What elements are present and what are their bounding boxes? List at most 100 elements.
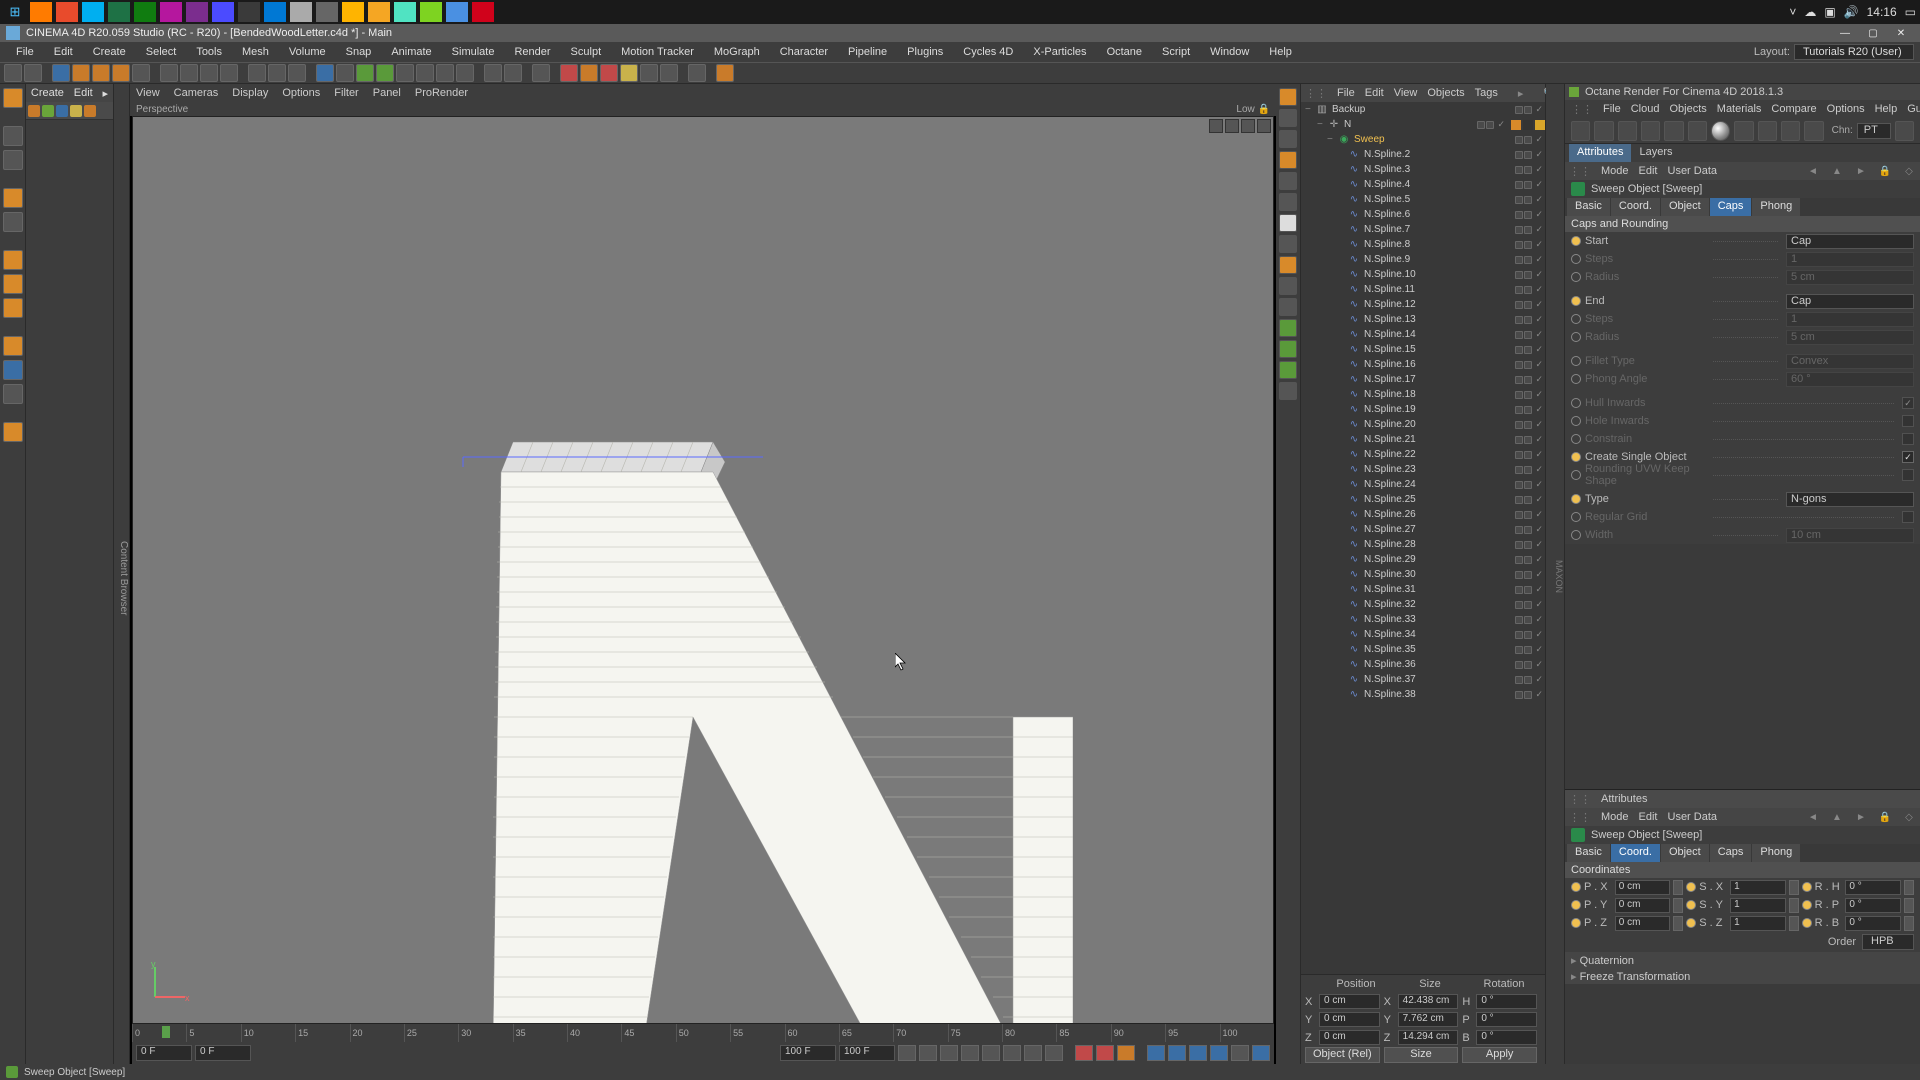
param-anim-ring-icon[interactable] bbox=[1571, 512, 1581, 522]
visibility-render-icon[interactable] bbox=[1524, 346, 1532, 354]
object-row-n-spline-17[interactable]: ∿N.Spline.17✓ bbox=[1301, 372, 1545, 387]
visibility-render-icon[interactable] bbox=[1524, 106, 1532, 114]
viewport-nav-icon[interactable] bbox=[1225, 119, 1239, 133]
visibility-render-icon[interactable] bbox=[1524, 421, 1532, 429]
visibility-top-icon[interactable] bbox=[1515, 376, 1523, 384]
subtab-caps[interactable]: Caps bbox=[1710, 844, 1752, 862]
taskbar-app-icon[interactable] bbox=[264, 2, 286, 22]
object-row-n-spline-27[interactable]: ∿N.Spline.27✓ bbox=[1301, 522, 1545, 537]
visibility-top-icon[interactable] bbox=[1515, 166, 1523, 174]
menu-create[interactable]: Create bbox=[83, 44, 136, 60]
midtool-icon[interactable] bbox=[1279, 277, 1297, 295]
palette-edit-label[interactable]: Edit bbox=[74, 87, 93, 99]
autokey-icon[interactable] bbox=[1096, 1045, 1114, 1061]
camera-icon[interactable] bbox=[436, 64, 454, 82]
grip-icon[interactable]: ⋮⋮ bbox=[1571, 103, 1593, 116]
visibility-render-icon[interactable] bbox=[1524, 136, 1532, 144]
subtab-coord[interactable]: Coord. bbox=[1611, 844, 1660, 862]
tag-icon[interactable] bbox=[1511, 120, 1521, 130]
visibility-top-icon[interactable] bbox=[1515, 541, 1523, 549]
viewport-nav-icon[interactable] bbox=[1241, 119, 1255, 133]
enable-check-icon[interactable]: ✓ bbox=[1535, 614, 1543, 625]
spinner-icon[interactable] bbox=[1673, 898, 1683, 913]
visibility-top-icon[interactable] bbox=[1515, 631, 1523, 639]
octane-tool-icon[interactable] bbox=[1895, 121, 1914, 141]
menu-script[interactable]: Script bbox=[1152, 44, 1200, 60]
enable-check-icon[interactable]: ✓ bbox=[1535, 479, 1543, 490]
subtab-coord[interactable]: Coord. bbox=[1611, 198, 1660, 216]
tab-layers[interactable]: Layers bbox=[1631, 144, 1680, 162]
octane-menu-materials[interactable]: Materials bbox=[1717, 103, 1762, 115]
param-checkbox[interactable]: ✓ bbox=[1902, 451, 1914, 463]
visibility-render-icon[interactable] bbox=[1524, 526, 1532, 534]
undo-icon[interactable] bbox=[4, 64, 22, 82]
visibility-top-icon[interactable] bbox=[1515, 676, 1523, 684]
object-row-n-spline-16[interactable]: ∿N.Spline.16✓ bbox=[1301, 357, 1545, 372]
coord-position-field[interactable]: 0 cm bbox=[1319, 1030, 1380, 1045]
tool-icon[interactable] bbox=[600, 64, 618, 82]
midtool-icon[interactable] bbox=[1279, 130, 1297, 148]
environment-icon[interactable] bbox=[416, 64, 434, 82]
substance-icon[interactable] bbox=[716, 64, 734, 82]
prev-key-icon[interactable] bbox=[919, 1045, 937, 1061]
menu-pipeline[interactable]: Pipeline bbox=[838, 44, 897, 60]
nav-lock-icon[interactable]: 🔒 bbox=[1878, 810, 1892, 824]
octane-menu-gui[interactable]: Gui bbox=[1907, 103, 1920, 115]
enable-check-icon[interactable]: ✓ bbox=[1535, 599, 1543, 610]
coord-sys-icon[interactable] bbox=[220, 64, 238, 82]
object-row-n-spline-32[interactable]: ∿N.Spline.32✓ bbox=[1301, 597, 1545, 612]
grip-icon[interactable]: ⋮⋮ bbox=[1569, 165, 1591, 178]
midtool-icon[interactable] bbox=[1279, 298, 1297, 316]
render-region-icon[interactable] bbox=[268, 64, 286, 82]
tool-icon[interactable] bbox=[504, 64, 522, 82]
visibility-top-icon[interactable] bbox=[1515, 511, 1523, 519]
param-key-icon[interactable] bbox=[1210, 1045, 1228, 1061]
enable-check-icon[interactable]: ✓ bbox=[1535, 299, 1543, 310]
visibility-render-icon[interactable] bbox=[1524, 496, 1532, 504]
visibility-render-icon[interactable] bbox=[1524, 601, 1532, 609]
object-row-n-spline-22[interactable]: ∿N.Spline.22✓ bbox=[1301, 447, 1545, 462]
palette-icon[interactable] bbox=[28, 105, 40, 117]
rotation-field[interactable]: 0 ° bbox=[1845, 898, 1901, 913]
viewport-menu-options[interactable]: Options bbox=[282, 87, 320, 99]
octane-tool-icon[interactable] bbox=[1594, 121, 1613, 141]
param-anim-ring-icon[interactable] bbox=[1571, 374, 1581, 384]
param-anim-ring-icon[interactable] bbox=[1571, 918, 1581, 928]
visibility-render-icon[interactable] bbox=[1524, 436, 1532, 444]
param-anim-ring-icon[interactable] bbox=[1571, 434, 1581, 444]
scale-field[interactable]: 1 bbox=[1730, 880, 1786, 895]
nav-fwd-icon[interactable]: ► bbox=[1854, 810, 1868, 824]
octane-menu-compare[interactable]: Compare bbox=[1771, 103, 1816, 115]
enable-check-icon[interactable]: ✓ bbox=[1535, 314, 1543, 325]
subtab-phong[interactable]: Phong bbox=[1752, 844, 1800, 862]
object-row-n-spline-10[interactable]: ∿N.Spline.10✓ bbox=[1301, 267, 1545, 282]
accordion-quaternion[interactable]: Quaternion bbox=[1565, 952, 1920, 968]
midtool-icon[interactable] bbox=[1279, 109, 1297, 127]
visibility-render-icon[interactable] bbox=[1524, 361, 1532, 369]
tool-make-editable-icon[interactable] bbox=[3, 126, 23, 146]
object-row-sweep[interactable]: −◉Sweep✓ bbox=[1301, 132, 1545, 147]
visibility-top-icon[interactable] bbox=[1515, 586, 1523, 594]
coord-rotation-field[interactable]: 0 ° bbox=[1476, 994, 1537, 1009]
visibility-render-icon[interactable] bbox=[1524, 661, 1532, 669]
visibility-render-icon[interactable] bbox=[1524, 286, 1532, 294]
param-anim-ring-icon[interactable] bbox=[1571, 494, 1581, 504]
object-row-n-spline-7[interactable]: ∿N.Spline.7✓ bbox=[1301, 222, 1545, 237]
visibility-render-icon[interactable] bbox=[1524, 151, 1532, 159]
param-anim-ring-icon[interactable] bbox=[1571, 236, 1581, 246]
enable-check-icon[interactable]: ✓ bbox=[1535, 224, 1543, 235]
subtab-object[interactable]: Object bbox=[1661, 844, 1709, 862]
nav-back-icon[interactable]: ◄ bbox=[1806, 164, 1820, 178]
spinner-icon[interactable] bbox=[1904, 898, 1914, 913]
param-anim-ring-icon[interactable] bbox=[1686, 882, 1696, 892]
enable-check-icon[interactable]: ✓ bbox=[1535, 509, 1543, 520]
tool-edges-icon[interactable] bbox=[3, 274, 23, 294]
menu-snap[interactable]: Snap bbox=[336, 44, 382, 60]
visibility-render-icon[interactable] bbox=[1524, 646, 1532, 654]
visibility-top-icon[interactable] bbox=[1515, 466, 1523, 474]
viewport-menu-filter[interactable]: Filter bbox=[334, 87, 358, 99]
param-anim-ring-icon[interactable] bbox=[1571, 470, 1581, 480]
object-row-n-spline-38[interactable]: ∿N.Spline.38✓ bbox=[1301, 687, 1545, 702]
enable-check-icon[interactable]: ✓ bbox=[1497, 119, 1505, 130]
menu-x-particles[interactable]: X-Particles bbox=[1023, 44, 1096, 60]
